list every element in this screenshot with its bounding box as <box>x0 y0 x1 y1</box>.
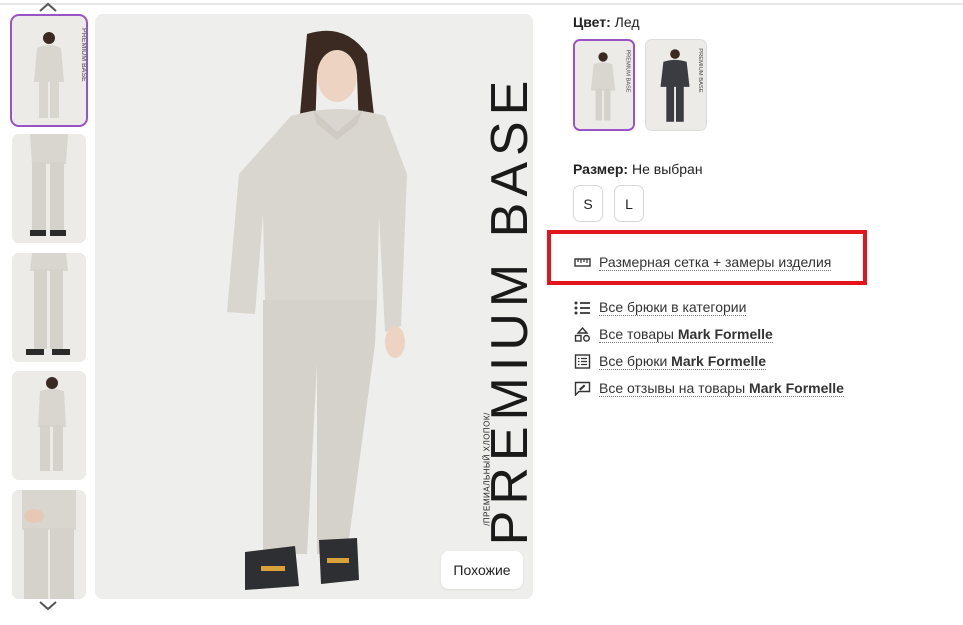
shapes-icon <box>573 326 591 342</box>
thumbnail-5[interactable] <box>12 490 86 599</box>
size-chart-link-text: Размерная сетка + замеры изделия <box>599 253 832 271</box>
size-label: Размер: <box>573 161 629 177</box>
product-photo <box>95 14 533 599</box>
thumbnail-4[interactable] <box>12 371 86 480</box>
svg-text:PREMIUM BASE: PREMIUM BASE <box>80 28 86 82</box>
size-option-l[interactable]: L <box>614 185 644 222</box>
size-value: Не выбран <box>631 161 703 177</box>
size-row: Размер: Не выбран <box>573 161 703 177</box>
color-swatch-dark[interactable]: PREMIUM BASE <box>645 39 707 131</box>
brand-goods-link[interactable]: Все товары Mark Formelle <box>573 323 773 345</box>
catalog-icon <box>573 353 591 369</box>
brand-reviews-link[interactable]: Все отзывы на товары Mark Formelle <box>573 377 844 399</box>
color-label: Цвет: <box>573 14 611 30</box>
brand-pants-link-text: Все брюки Mark Formelle <box>599 352 767 370</box>
svg-text:PREMIUM BASE: PREMIUM BASE <box>624 49 630 92</box>
product-options-panel: Цвет: Лед PREMIUM BASE PREMIUM BASE Разм… <box>547 0 963 625</box>
brand-goods-link-text: Все товары Mark Formelle <box>599 326 773 343</box>
list-icon <box>573 299 591 315</box>
similar-button[interactable]: Похожие <box>441 551 523 589</box>
svg-text:PREMIUM BASE: PREMIUM BASE <box>697 48 703 93</box>
size-option-s[interactable]: S <box>573 185 603 222</box>
brand-subtitle-text: /ПРЕМИАЛЬНЫЙ ХЛОПОК/ <box>482 412 492 526</box>
brand-name: Mark Formelle <box>749 379 844 396</box>
main-product-image[interactable]: PREMIUM BASE /ПРЕМИАЛЬНЫЙ ХЛОПОК/ Похожи… <box>95 14 533 599</box>
ruler-icon <box>573 254 591 270</box>
brand-pants-prefix: Все брюки <box>599 352 668 369</box>
brand-name: Mark Formelle <box>677 325 773 342</box>
color-swatch-ice[interactable]: PREMIUM BASE <box>573 39 635 131</box>
thumbnail-2[interactable] <box>12 134 86 243</box>
size-chart-link[interactable]: Размерная сетка + замеры изделия <box>573 251 832 273</box>
brand-goods-prefix: Все товары <box>599 325 674 342</box>
thumbnail-1[interactable]: PREMIUM BASE <box>10 14 88 127</box>
brand-reviews-link-text: Все отзывы на товары Mark Formelle <box>599 380 844 397</box>
thumbs-scroll-down-icon[interactable] <box>38 600 58 612</box>
color-value: Лед <box>614 14 640 30</box>
brand-name: Mark Formelle <box>671 352 767 369</box>
thumbnail-3[interactable] <box>12 253 86 362</box>
brand-pants-link[interactable]: Все брюки Mark Formelle <box>573 350 767 372</box>
color-row: Цвет: Лед <box>573 14 640 30</box>
thumbs-scroll-up-icon[interactable] <box>38 1 58 13</box>
category-link-text: Все брюки в категории <box>599 298 747 316</box>
brand-reviews-prefix: Все отзывы на товары <box>599 379 746 396</box>
review-icon <box>573 380 591 396</box>
category-link[interactable]: Все брюки в категории <box>573 296 747 318</box>
